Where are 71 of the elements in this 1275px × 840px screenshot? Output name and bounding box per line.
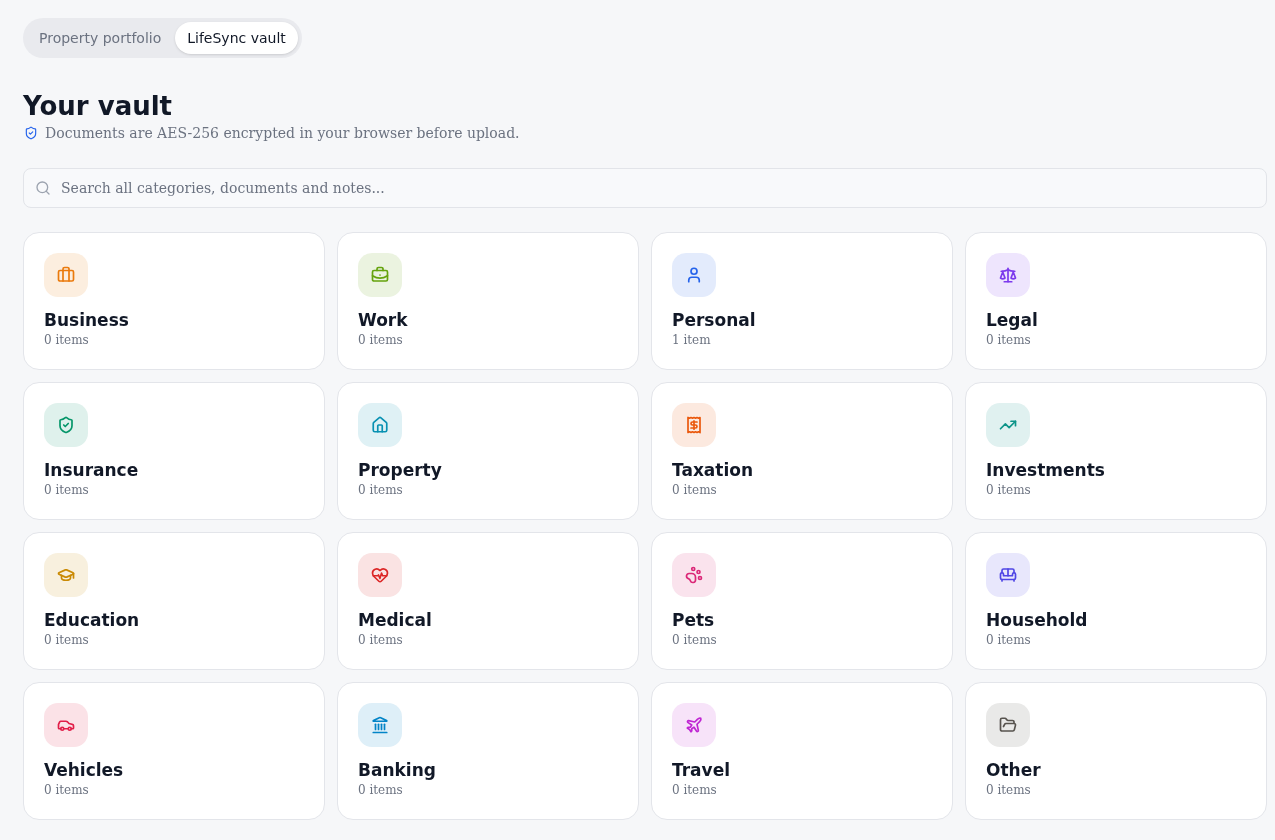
item-count: 0 items	[358, 782, 403, 799]
category-title: Insurance	[44, 459, 139, 481]
car-icon	[44, 703, 88, 747]
category-card[interactable]: Education 0 items	[23, 532, 325, 670]
receipt-icon	[672, 403, 716, 447]
category-title: Education	[44, 609, 140, 631]
item-count: 0 items	[986, 632, 1031, 649]
category-title: Vehicles	[44, 759, 124, 781]
category-card[interactable]: Legal 0 items	[965, 232, 1267, 370]
item-count: 0 items	[44, 482, 89, 499]
category-title: Property	[358, 459, 442, 481]
category-card[interactable]: Travel 0 items	[651, 682, 953, 820]
category-title: Household	[986, 609, 1088, 631]
item-count: 0 items	[358, 332, 403, 349]
graduation-cap-icon	[44, 553, 88, 597]
category-card[interactable]: Banking 0 items	[337, 682, 639, 820]
category-title: Pets	[672, 609, 715, 631]
category-title: Business	[44, 309, 129, 331]
item-count: 0 items	[358, 632, 403, 649]
category-card[interactable]: Personal 1 item	[651, 232, 953, 370]
category-title: Legal	[986, 309, 1038, 331]
item-count: 0 items	[986, 482, 1031, 499]
house-icon	[358, 403, 402, 447]
sofa-icon	[986, 553, 1030, 597]
item-count: 0 items	[44, 332, 89, 349]
category-card[interactable]: Work 0 items	[337, 232, 639, 370]
category-card[interactable]: Medical 0 items	[337, 532, 639, 670]
folder-icon	[986, 703, 1030, 747]
category-card[interactable]: Investments 0 items	[965, 382, 1267, 520]
category-card[interactable]: Vehicles 0 items	[23, 682, 325, 820]
item-count: 1 item	[672, 332, 711, 349]
category-title: Investments	[986, 459, 1105, 481]
item-count: 0 items	[44, 782, 89, 799]
category-card[interactable]: Business 0 items	[23, 232, 325, 370]
category-title: Medical	[358, 609, 432, 631]
item-count: 0 items	[986, 332, 1031, 349]
tab[interactable]: Property portfolio	[27, 22, 174, 54]
category-card[interactable]: Insurance 0 items	[23, 382, 325, 520]
category-card[interactable]: Property 0 items	[337, 382, 639, 520]
item-count: 0 items	[672, 482, 717, 499]
tab[interactable]: LifeSync vault	[175, 22, 298, 54]
item-count: 0 items	[672, 632, 717, 649]
paw-print-icon	[672, 553, 716, 597]
category-title: Personal	[672, 309, 756, 331]
category-title: Banking	[358, 759, 436, 781]
scale-icon	[986, 253, 1030, 297]
shield-check-icon	[44, 403, 88, 447]
category-card[interactable]: Other 0 items	[965, 682, 1267, 820]
item-count: 0 items	[358, 482, 403, 499]
category-card[interactable]: Taxation 0 items	[651, 382, 953, 520]
category-card[interactable]: Pets 0 items	[651, 532, 953, 670]
encryption-note: Documents are AES-256 encrypted in your browser before upload.	[45, 124, 520, 143]
search-field[interactable]: Search all categories, documents and notes...	[23, 168, 1267, 208]
plane-icon	[672, 703, 716, 747]
category-title: Other	[986, 759, 1041, 781]
category-title: Work	[358, 309, 408, 331]
briefcase-icon	[44, 253, 88, 297]
briefcase-icon	[358, 253, 402, 297]
trending-up-icon	[986, 403, 1030, 447]
search-icon	[35, 180, 51, 196]
category-title: Travel	[672, 759, 731, 781]
item-count: 0 items	[672, 782, 717, 799]
heart-pulse-icon	[358, 553, 402, 597]
shield-check-icon	[24, 126, 38, 140]
item-count: 0 items	[44, 632, 89, 649]
category-card[interactable]: Household 0 items	[965, 532, 1267, 670]
category-title: Taxation	[672, 459, 754, 481]
user-icon	[672, 253, 716, 297]
page-title: Your vault	[23, 90, 173, 122]
item-count: 0 items	[986, 782, 1031, 799]
landmark-icon	[358, 703, 402, 747]
